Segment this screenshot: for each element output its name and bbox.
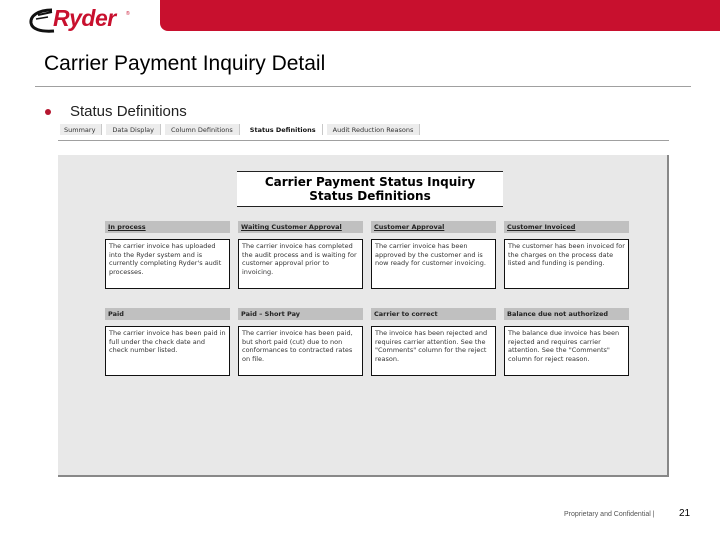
- tab-bar: Summary Data Display Column Definitions …: [60, 124, 424, 135]
- status-name: Customer Invoiced: [504, 221, 629, 233]
- panel-title-line2: Status Definitions: [309, 189, 431, 203]
- status-description: The carrier invoice has been paid, but s…: [238, 326, 363, 376]
- status-card: Carrier to correct The invoice has been …: [371, 308, 496, 376]
- tab-divider: [58, 140, 669, 141]
- status-name: Carrier to correct: [371, 308, 496, 320]
- status-description: The invoice has been rejected and requir…: [371, 326, 496, 376]
- status-description: The balance due invoice has been rejecte…: [504, 326, 629, 376]
- status-grid: In process The carrier invoice has uploa…: [105, 221, 630, 376]
- status-card: Customer Approval The carrier invoice ha…: [371, 221, 496, 289]
- status-description: The carrier invoice has completed the au…: [238, 239, 363, 289]
- status-description: The customer has been invoiced for the c…: [504, 239, 629, 289]
- bullet-icon: [45, 109, 51, 115]
- status-card: Customer Invoiced The customer has been …: [504, 221, 629, 289]
- confidential-notice: Proprietary and Confidential |: [564, 511, 655, 518]
- status-name: Waiting Customer Approval: [238, 221, 363, 233]
- tab-summary[interactable]: Summary: [60, 124, 103, 135]
- brand-name: Ryder: [53, 5, 116, 31]
- panel-title-line1: Carrier Payment Status Inquiry: [264, 175, 476, 189]
- status-name: Customer Approval: [371, 221, 496, 233]
- ryder-logo: Ryder ®: [26, 4, 136, 34]
- status-name: Paid – Short Pay: [238, 308, 363, 320]
- status-card: Paid The carrier invoice has been paid i…: [105, 308, 230, 376]
- registered-mark: ®: [126, 11, 130, 17]
- status-card: Paid – Short Pay The carrier invoice has…: [238, 308, 363, 376]
- tab-data-display[interactable]: Data Display: [106, 124, 161, 135]
- status-definitions-panel: Carrier Payment Status Inquiry Status De…: [58, 155, 669, 477]
- tab-column-definitions[interactable]: Column Definitions: [164, 124, 240, 135]
- tab-audit-reduction-reasons[interactable]: Audit Reduction Reasons: [326, 124, 421, 135]
- status-name: Paid: [105, 308, 230, 320]
- tab-status-definitions[interactable]: Status Definitions: [243, 124, 323, 135]
- header-banner: [160, 0, 720, 31]
- panel-title: Carrier Payment Status Inquiry Status De…: [237, 171, 503, 207]
- status-description: The carrier invoice has been approved by…: [371, 239, 496, 289]
- status-name: Balance due not authorized: [504, 308, 629, 320]
- page-title: Carrier Payment Inquiry Detail: [44, 52, 326, 75]
- page-number: 21: [679, 508, 691, 519]
- status-description: The carrier invoice has uploaded into th…: [105, 239, 230, 289]
- status-name: In process: [105, 221, 230, 233]
- status-card: Balance due not authorized The balance d…: [504, 308, 629, 376]
- status-description: The carrier invoice has been paid in ful…: [105, 326, 230, 376]
- status-card: In process The carrier invoice has uploa…: [105, 221, 230, 289]
- logo-swoosh-icon: [29, 8, 55, 33]
- title-divider: [35, 86, 691, 87]
- section-label: Status Definitions: [70, 103, 187, 120]
- status-card: Waiting Customer Approval The carrier in…: [238, 221, 363, 289]
